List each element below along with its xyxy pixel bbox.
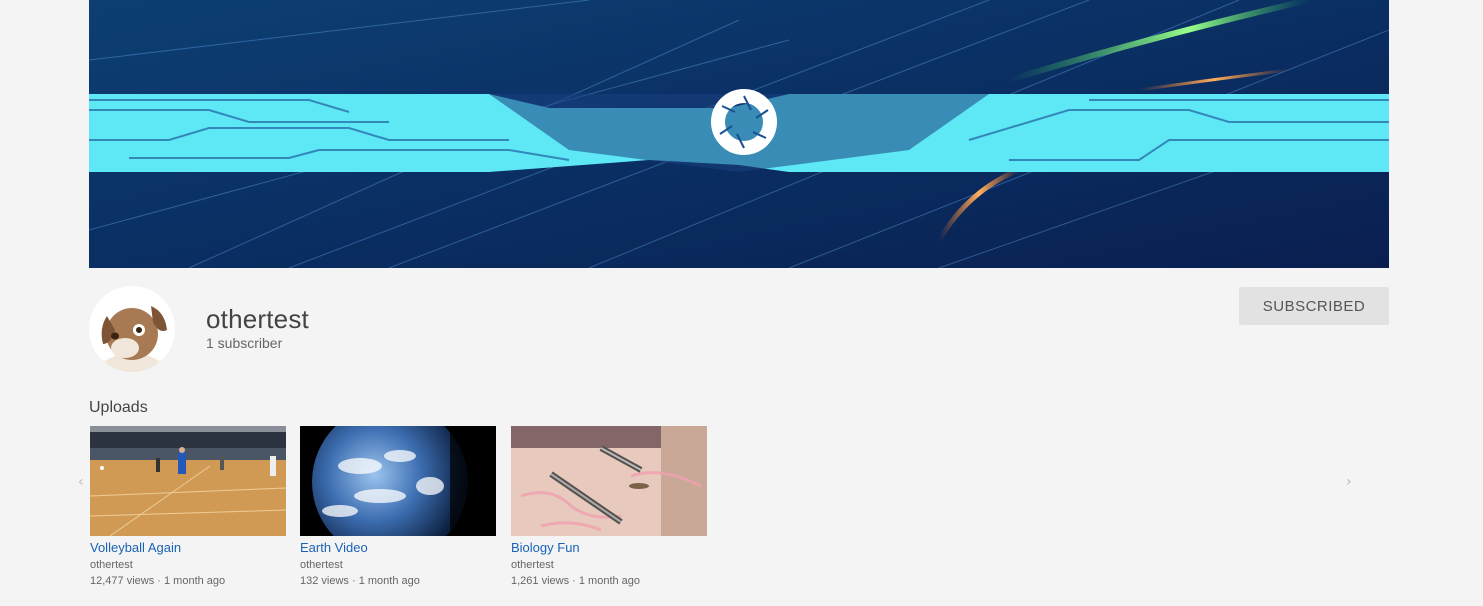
channel-avatar[interactable] [89,286,175,372]
shelf-next-arrow[interactable]: › [1346,474,1352,490]
subscriber-count: 1 subscriber [206,335,283,351]
video-views: 12,477 views [90,575,155,587]
video-views: 1,261 views [511,575,570,587]
video-meta: 132 views · 1 month ago [300,575,420,587]
video-thumbnail[interactable] [90,426,286,536]
video-card-volleyball-again[interactable]: Volleyball Again othertest 12,477 views … [90,426,286,588]
channel-banner [89,0,1389,268]
video-age: 1 month ago [358,575,420,587]
video-owner[interactable]: othertest [90,559,286,572]
channel-page: othertest 1 subscriber SUBSCRIBED Upload… [0,0,1483,606]
subscribed-button[interactable]: SUBSCRIBED [1239,287,1389,325]
shelf-prev-arrow[interactable]: ‹ [78,474,84,490]
video-title[interactable]: Biology Fun [511,540,707,556]
video-card-earth-video[interactable]: Earth Video othertest 132 views · 1 mont… [300,426,496,588]
video-owner[interactable]: othertest [511,559,707,572]
video-title[interactable]: Earth Video [300,540,496,556]
video-meta: 1,261 views · 1 month ago [511,575,641,587]
video-age: 1 month ago [578,575,641,587]
video-views: 132 views [300,575,349,587]
video-thumbnail[interactable] [300,426,496,536]
channel-name[interactable]: othertest [206,304,309,335]
dog-avatar-icon [89,286,175,372]
video-meta: 12,477 views · 1 month ago [90,575,226,587]
video-card-biology-fun[interactable]: Biology Fun othertest 1,261 views · 1 mo… [511,426,707,588]
video-thumbnail[interactable] [511,426,707,536]
uploads-section-title[interactable]: Uploads [89,399,148,417]
video-age: 1 month ago [164,575,226,587]
video-owner[interactable]: othertest [300,559,496,572]
video-title[interactable]: Volleyball Again [90,540,286,556]
